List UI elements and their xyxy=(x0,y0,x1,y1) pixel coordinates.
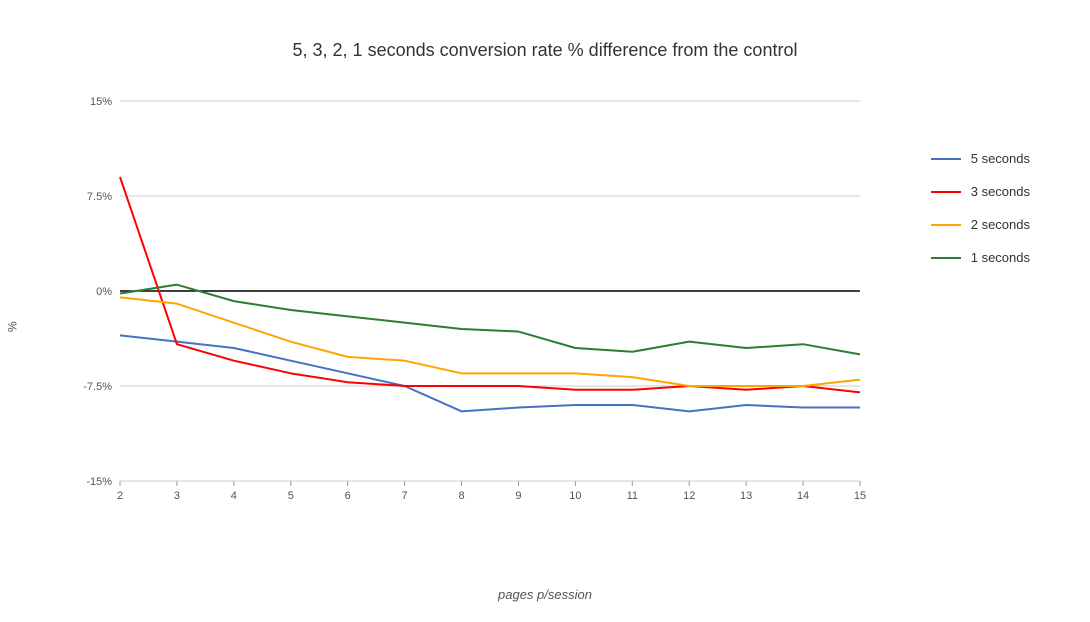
svg-text:15: 15 xyxy=(854,490,866,502)
chart-title: 5, 3, 2, 1 seconds conversion rate % dif… xyxy=(293,40,798,61)
legend-label-one: 1 seconds xyxy=(971,250,1030,265)
legend-line-one xyxy=(931,257,961,259)
legend-item-one: 1 seconds xyxy=(931,250,1030,265)
svg-text:6: 6 xyxy=(345,490,351,502)
legend-label-two: 2 seconds xyxy=(971,217,1030,232)
legend-item-five: 5 seconds xyxy=(931,151,1030,166)
legend: 5 seconds 3 seconds 2 seconds 1 seconds xyxy=(931,151,1030,265)
legend-label-five: 5 seconds xyxy=(971,151,1030,166)
svg-text:-7.5%: -7.5% xyxy=(83,381,112,393)
svg-text:9: 9 xyxy=(515,490,521,502)
legend-line-two xyxy=(931,224,961,226)
x-axis-label: pages p/session xyxy=(498,587,592,602)
svg-text:3: 3 xyxy=(174,490,180,502)
legend-line-three xyxy=(931,191,961,193)
chart-inner: 15% 7.5% 0% -7.5% -15% 2 3 4 5 6 7 8 9 10 11 12 13 14 15 5… xyxy=(30,71,1090,582)
svg-text:4: 4 xyxy=(231,490,237,502)
svg-text:7: 7 xyxy=(402,490,408,502)
svg-text:7.5%: 7.5% xyxy=(87,191,112,203)
svg-text:14: 14 xyxy=(797,490,809,502)
svg-text:8: 8 xyxy=(458,490,464,502)
y-axis-label: % xyxy=(0,71,30,582)
svg-text:-15%: -15% xyxy=(86,476,112,488)
legend-label-three: 3 seconds xyxy=(971,184,1030,199)
svg-text:15%: 15% xyxy=(90,96,112,108)
svg-text:0%: 0% xyxy=(96,286,112,298)
svg-text:5: 5 xyxy=(288,490,294,502)
svg-text:12: 12 xyxy=(683,490,695,502)
svg-text:13: 13 xyxy=(740,490,752,502)
svg-text:2: 2 xyxy=(117,490,123,502)
legend-item-two: 2 seconds xyxy=(931,217,1030,232)
svg-text:10: 10 xyxy=(569,490,581,502)
legend-item-three: 3 seconds xyxy=(931,184,1030,199)
legend-line-five xyxy=(931,158,961,160)
chart-container: 5, 3, 2, 1 seconds conversion rate % dif… xyxy=(0,0,1090,622)
svg-text:11: 11 xyxy=(627,490,638,502)
chart-area: % 15%7.5%0%-7.5%-15%23456789101112131415… xyxy=(0,71,1090,582)
